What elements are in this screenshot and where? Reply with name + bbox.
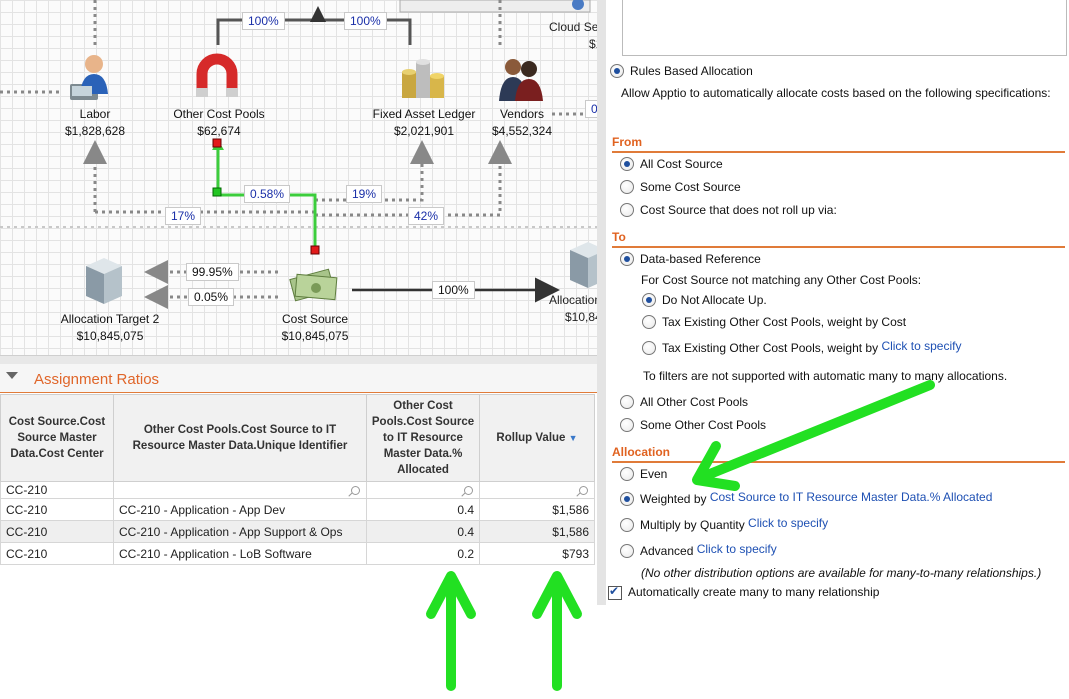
green-annotation-arrows — [426, 380, 935, 691]
